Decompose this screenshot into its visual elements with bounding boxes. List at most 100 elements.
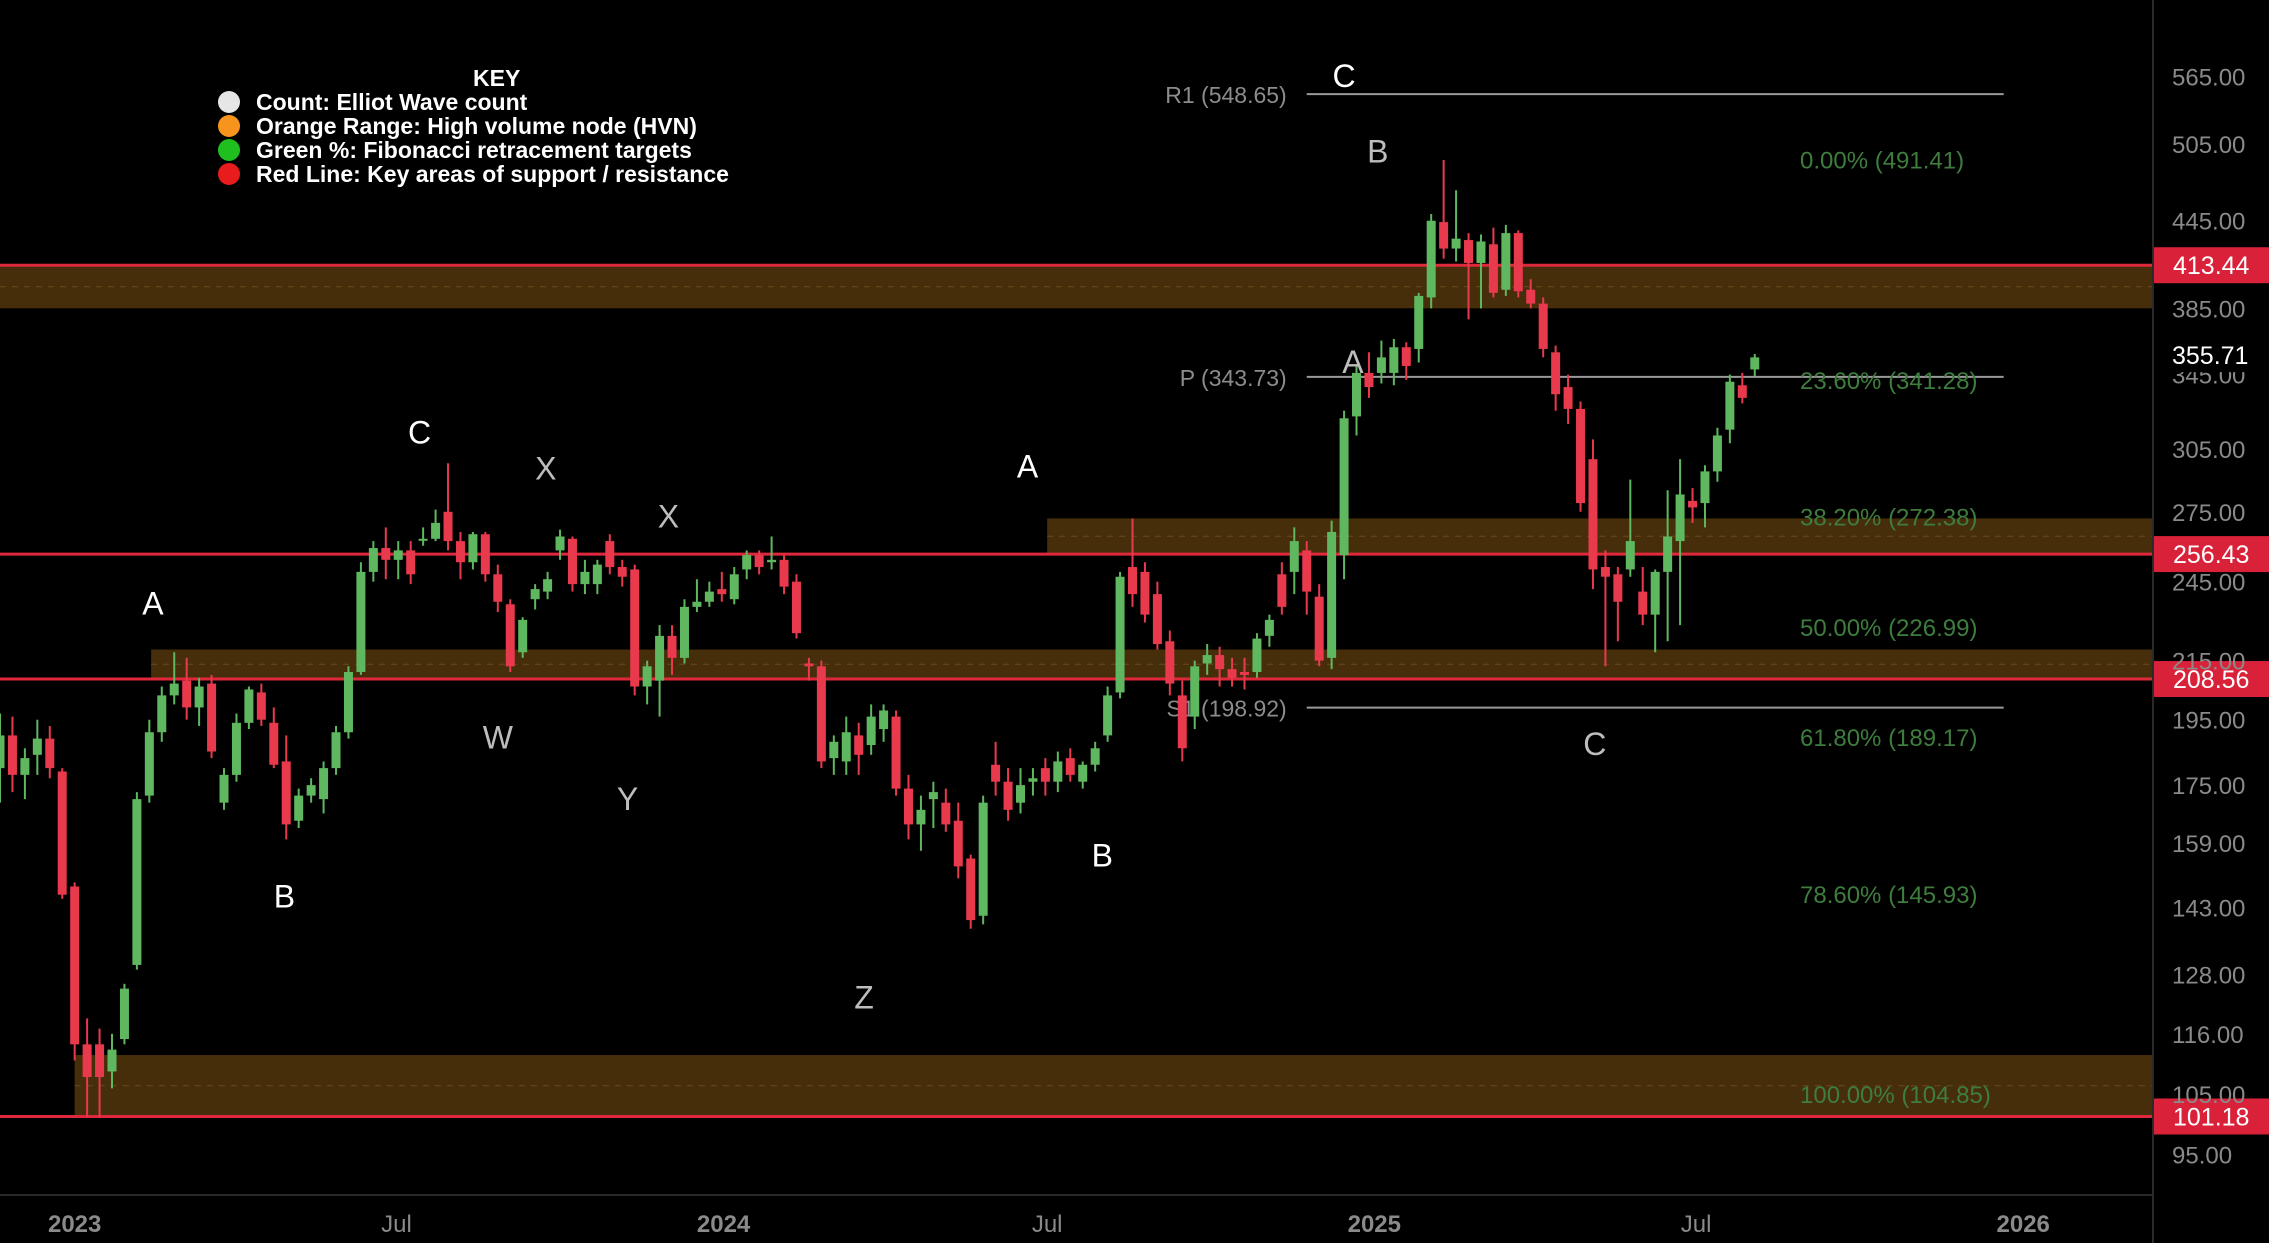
legend-label: Count: Elliot Wave count (256, 89, 528, 115)
fib-level-label: 61.80% (189.17) (1800, 725, 1977, 752)
red-dot-icon (218, 163, 240, 185)
candle-body (1750, 357, 1760, 370)
price-tick-label: 385.00 (2172, 296, 2245, 323)
candle-body (219, 774, 229, 803)
candle-body (804, 663, 814, 667)
candle-body (1003, 781, 1013, 810)
candle-body (1600, 567, 1610, 577)
current-price-label: 355.71 (2172, 342, 2248, 370)
candle-body (443, 511, 453, 542)
candle-body (1451, 238, 1461, 249)
price-tick-label: 143.00 (2172, 895, 2245, 922)
candle-body (816, 666, 826, 762)
candle-body (169, 683, 179, 696)
candle-body (518, 619, 528, 653)
fib-level-label: 78.60% (145.93) (1800, 882, 1977, 909)
price-tick-label: 565.00 (2172, 64, 2245, 91)
legend-label: Orange Range: High volume node (HVN) (256, 113, 697, 139)
candle-body (343, 672, 353, 733)
candle-body (1240, 672, 1250, 675)
candle-body (406, 550, 416, 575)
legend-label: Green %: Fibonacci retracement targets (256, 137, 692, 163)
candle-body (256, 692, 266, 720)
candle-body (791, 581, 801, 634)
candle-body (543, 579, 553, 592)
candle-body (32, 738, 42, 755)
candle-body (879, 710, 889, 730)
price-tick-label: 175.00 (2172, 773, 2245, 800)
legend-item: Red Line: Key areas of support / resista… (218, 162, 729, 186)
candle-body (1376, 357, 1386, 373)
hvn-zone (0, 265, 2153, 309)
time-tick-label: Jul (1681, 1211, 1712, 1238)
price-axis: 565.00505.00445.00385.00345.00305.00275.… (2152, 0, 2269, 1243)
wave-label: B (1092, 837, 1113, 873)
candle-body (630, 569, 640, 687)
candle-body (1277, 574, 1287, 607)
candle-body (368, 548, 378, 572)
price-tick-label: 245.00 (2172, 570, 2245, 597)
candle-body (356, 571, 366, 673)
candle-body (1712, 435, 1722, 472)
candle-body (555, 536, 565, 551)
candle-body (119, 988, 129, 1040)
candle-body (132, 799, 142, 965)
candle-body (1526, 289, 1536, 304)
candle-body (742, 555, 752, 570)
wave-label: X (535, 451, 556, 487)
fib-level-label: 23.60% (341.28) (1800, 368, 1977, 395)
candle-body (1439, 222, 1449, 249)
candle-body (1339, 418, 1349, 556)
wave-label: B (274, 878, 295, 914)
wave-label: A (1342, 344, 1364, 380)
candle-body (605, 541, 615, 568)
candle-body (505, 604, 515, 667)
candle-body (903, 788, 913, 825)
candle-body (1289, 541, 1299, 572)
price-tick-label: 116.00 (2172, 1022, 2244, 1049)
legend-title: KEY (473, 65, 521, 91)
candle-body (567, 538, 577, 585)
candle-body (493, 574, 503, 602)
candle-body (57, 771, 67, 895)
candle-body (1152, 594, 1162, 645)
candle-body (1314, 596, 1324, 661)
candle-body (692, 601, 702, 607)
candle-body (854, 735, 864, 755)
candle-body (1538, 303, 1548, 349)
candle-body (767, 559, 777, 563)
candle-body (231, 722, 241, 775)
candle-body (1302, 550, 1312, 592)
candle-body (107, 1049, 117, 1072)
candle-body (991, 764, 1001, 782)
candle-body (1190, 666, 1200, 717)
candle-body (480, 534, 490, 575)
candle-body (1688, 500, 1698, 508)
candle-body (1165, 641, 1175, 684)
candle-body (1364, 372, 1374, 388)
candle-body (1476, 241, 1486, 263)
time-tick-label: 2026 (1997, 1211, 2050, 1238)
price-tick-label: 105.00 (2172, 1082, 2245, 1109)
candle-body (269, 722, 279, 765)
candle-body (1675, 494, 1685, 542)
candle-body (1588, 459, 1598, 570)
candle-body (642, 666, 652, 687)
legend-item: Orange Range: High volume node (HVN) (218, 114, 729, 138)
candle-body (667, 635, 677, 658)
candle-body (679, 606, 689, 658)
candle-body (1078, 764, 1088, 782)
candle-body (7, 735, 17, 775)
wave-label: A (142, 586, 164, 622)
candle-body (1015, 785, 1025, 803)
candle-body (1103, 695, 1113, 736)
candle-body (393, 550, 403, 560)
wave-label: Y (617, 781, 638, 817)
candle-body (244, 689, 254, 723)
candle-body (1401, 347, 1411, 366)
candle-body (754, 555, 764, 568)
candle-body (928, 792, 938, 800)
candle-body (95, 1044, 105, 1078)
candle-body (729, 574, 739, 600)
wave-label: B (1367, 133, 1388, 169)
